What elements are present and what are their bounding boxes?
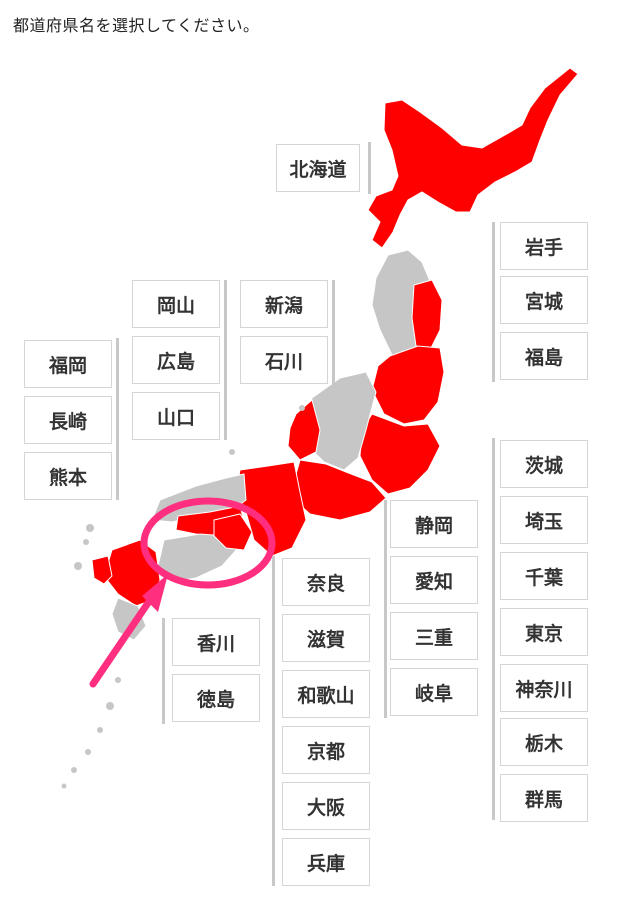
pref-button-hiroshima[interactable]: 広島 <box>132 336 220 384</box>
map-tohoku-south[interactable] <box>371 345 445 425</box>
map-island <box>115 677 121 683</box>
pref-button-osaka[interactable]: 大阪 <box>282 782 370 830</box>
map-island <box>83 539 89 545</box>
map-hokkaido[interactable] <box>367 67 579 249</box>
group-divider <box>492 222 495 382</box>
group-divider <box>116 338 119 500</box>
map-island <box>229 449 235 455</box>
pref-button-niigata[interactable]: 新潟 <box>240 280 328 328</box>
pref-button-iwate[interactable]: 岩手 <box>500 222 588 270</box>
map-island <box>71 767 77 773</box>
map-island <box>86 524 94 532</box>
pref-button-gunma[interactable]: 群馬 <box>500 774 588 822</box>
pref-button-saitama[interactable]: 埼玉 <box>500 496 588 544</box>
pref-button-kagawa[interactable]: 香川 <box>172 618 260 666</box>
pref-button-kyoto[interactable]: 京都 <box>282 726 370 774</box>
pref-button-tochigi[interactable]: 栃木 <box>500 718 588 766</box>
pref-button-shiga[interactable]: 滋賀 <box>282 614 370 662</box>
pref-button-mie[interactable]: 三重 <box>390 612 478 660</box>
pref-button-wakayama[interactable]: 和歌山 <box>282 670 370 718</box>
pref-button-hokkaido[interactable]: 北海道 <box>276 144 360 192</box>
group-divider <box>384 500 387 718</box>
pref-button-tokyo[interactable]: 東京 <box>500 608 588 656</box>
pref-button-nagasaki[interactable]: 長崎 <box>24 396 112 444</box>
pref-button-kanagawa[interactable]: 神奈川 <box>500 664 588 712</box>
map-island <box>106 702 114 710</box>
group-divider <box>368 142 371 194</box>
group-divider <box>224 280 227 440</box>
pref-button-nara[interactable]: 奈良 <box>282 558 370 606</box>
map-island <box>74 562 82 570</box>
pref-button-tokushima[interactable]: 徳島 <box>172 674 260 722</box>
pref-button-yamaguchi[interactable]: 山口 <box>132 392 220 440</box>
pref-button-ibaraki[interactable]: 茨城 <box>500 440 588 488</box>
pref-button-chiba[interactable]: 千葉 <box>500 552 588 600</box>
map-island <box>97 727 103 733</box>
pref-button-gifu[interactable]: 岐阜 <box>390 668 478 716</box>
pref-button-kumamoto[interactable]: 熊本 <box>24 452 112 500</box>
group-divider <box>332 280 335 384</box>
pref-button-fukuoka[interactable]: 福岡 <box>24 340 112 388</box>
map-island <box>61 783 67 789</box>
group-divider <box>272 556 275 886</box>
pref-button-hyogo[interactable]: 兵庫 <box>282 838 370 886</box>
map-iwate[interactable] <box>411 279 443 351</box>
map-island <box>85 749 91 755</box>
pref-button-aichi[interactable]: 愛知 <box>390 556 478 604</box>
pref-button-shizuoka[interactable]: 静岡 <box>390 500 478 548</box>
pref-button-ishikawa[interactable]: 石川 <box>240 336 328 384</box>
pref-button-okayama[interactable]: 岡山 <box>132 280 220 328</box>
group-divider <box>492 438 495 820</box>
pref-button-fukushima[interactable]: 福島 <box>500 332 588 380</box>
group-divider <box>162 618 165 724</box>
pref-button-miyagi[interactable]: 宮城 <box>500 276 588 324</box>
map-island <box>299 405 305 411</box>
